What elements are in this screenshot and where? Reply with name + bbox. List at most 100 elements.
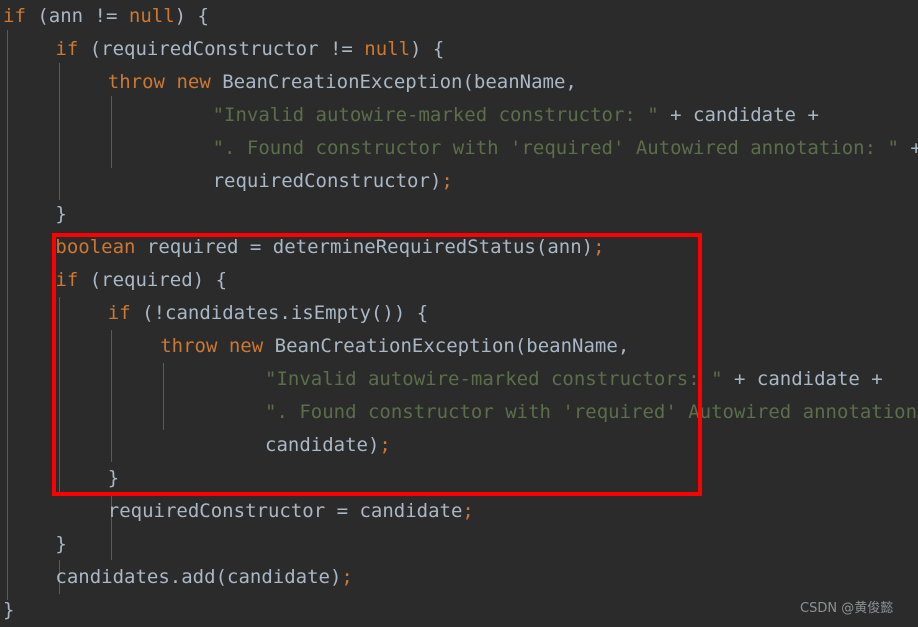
code-token: required [146,236,239,258]
code-line[interactable]: candidate); [0,429,918,462]
code-line[interactable]: ". Found constructor with 'required' Aut… [0,396,918,429]
code-token: . [279,302,291,324]
code-token: add [181,566,216,588]
code-line[interactable]: "Invalid autowire-marked constructor: " … [0,99,918,132]
code-token: ( [535,236,548,258]
code-line[interactable]: if (ann != null) { [0,0,918,33]
code-line[interactable]: ". Found constructor with 'required' Aut… [0,132,918,165]
code-token: ) { [174,5,209,27]
code-token: requiredConstructor [101,38,319,60]
code-token: ) { [192,269,228,291]
code-token: ( [514,335,527,357]
code-token: "Invalid autowire-marked constructor: " [212,104,659,126]
code-line[interactable]: } [0,462,918,495]
code-token: ". Found constructor with 'required' Aut… [212,137,899,159]
code-token: new [176,71,211,93]
code-token: candidates [55,566,170,588]
code-line[interactable]: } [0,528,918,561]
code-token: beanName [526,335,618,357]
code-token: ) [367,434,380,456]
code-token: if [55,269,79,291]
code-token: BeanCreationException [274,335,515,357]
code-token: ) [329,566,342,588]
code-token: } [107,467,120,489]
csdn-watermark: CSDN @黄俊懿 [800,601,894,616]
code-token: null [364,38,411,60]
code-line[interactable]: if (!candidates.isEmpty()) { [0,297,918,330]
code-line[interactable]: if (required) { [0,264,918,297]
code-token: ; [593,236,605,258]
code-token: isEmpty [290,302,371,324]
code-token: } [55,533,67,555]
code-token: candidate [693,104,796,126]
code-line[interactable]: } [0,594,918,627]
code-token: (! [130,302,166,324]
code-token: throw [160,335,218,357]
code-line[interactable]: throw new BeanCreationException(beanName… [0,66,918,99]
code-token: . [169,566,182,588]
code-token: ) { [410,38,445,60]
code-token: required [101,269,193,291]
code-token: requiredConstructor [212,170,430,192]
code-token: "Invalid autowire-marked constructors: " [265,368,723,390]
code-token: != [83,5,129,27]
code-token: ann [547,236,582,258]
code-token: + [859,368,883,390]
code-token: + [722,368,757,390]
code-token: ". Found constructor with 'required' Aut… [265,401,918,423]
code-token: BeanCreationException [222,71,463,93]
code-token: candidate [265,434,368,456]
code-token: ( [215,566,228,588]
code-token: new [228,335,264,357]
code-token: != [318,38,365,60]
code-token: beanName [473,71,566,93]
code-token: if [3,5,26,27]
code-token: ann [48,5,84,27]
code-token: + [796,104,819,126]
code-token: candidate [756,368,860,390]
code-token: null [128,5,175,27]
code-token: requiredConstructor [107,500,326,522]
code-token: ; [379,434,391,456]
code-line[interactable]: boolean required = determineRequiredStat… [0,231,918,264]
code-token: = [325,500,360,522]
code-token: candidates [165,302,280,324]
code-editor-screenshot: if (ann != null) {if (requiredConstructo… [0,0,918,627]
code-token: if [55,38,79,60]
code-token: if [107,302,131,324]
code-token: ) [581,236,594,258]
code-token: ; [441,170,453,192]
code-token: ( [78,38,102,60]
code-line[interactable]: requiredConstructor); [0,165,918,198]
code-token: boolean [55,236,136,258]
code-token: + [910,137,918,159]
code-token: determineRequiredStatus [272,236,536,258]
code-line[interactable]: "Invalid autowire-marked constructors: "… [0,363,918,396]
code-token: + [658,104,694,126]
code-token: , [565,71,577,93]
code-line[interactable]: if (requiredConstructor != null) { [0,33,918,66]
code-token: ( [462,71,474,93]
code-token: ( [78,269,102,291]
code-token: ( [25,5,49,27]
code-token: } [55,203,67,225]
code-line[interactable]: candidates.add(candidate); [0,561,918,594]
code-token: ()) { [370,302,429,324]
code-token: } [3,599,15,621]
code-token: , [617,335,630,357]
code-line[interactable]: } [0,198,918,231]
code-token: = [238,236,273,258]
code-line[interactable]: throw new BeanCreationException(beanName… [0,330,918,363]
code-token: ) [429,170,442,192]
code-content[interactable]: if (ann != null) {if (requiredConstructo… [0,0,918,627]
code-token: candidate [227,566,330,588]
code-token: ; [341,566,353,588]
code-token: ; [462,500,474,522]
code-token: candidate [359,500,463,522]
code-line[interactable]: requiredConstructor = candidate; [0,495,918,528]
